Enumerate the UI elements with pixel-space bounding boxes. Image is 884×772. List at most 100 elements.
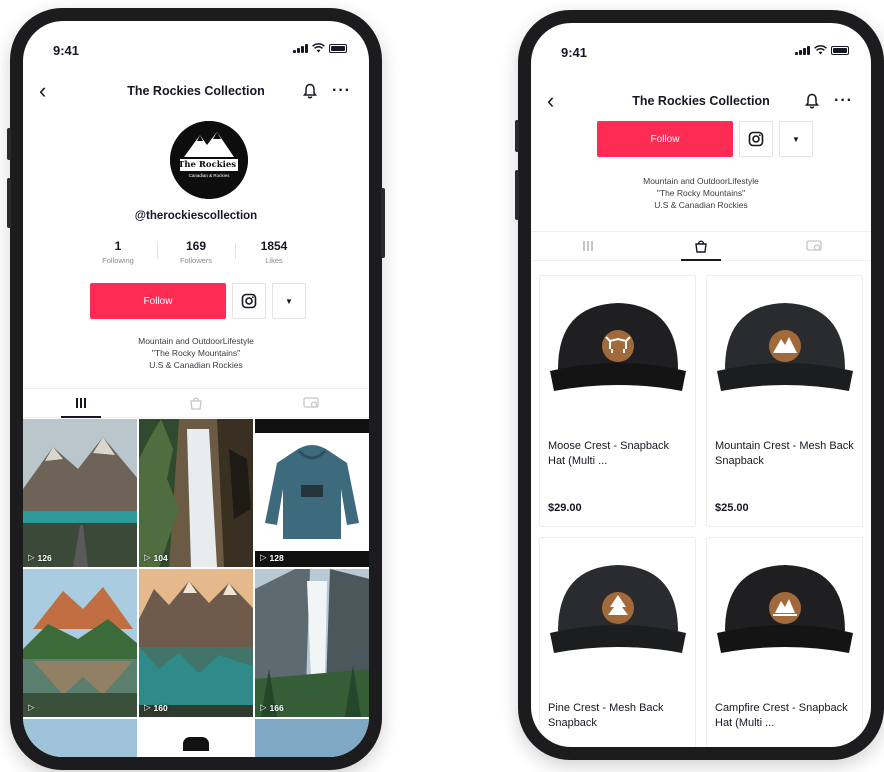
play-icon: ▷ (260, 552, 267, 562)
shop-tabs (531, 231, 871, 261)
stat-followers[interactable]: 169 Followers (157, 239, 235, 265)
page-title: The Rockies Collection (632, 94, 770, 108)
mountain-lake-image (23, 419, 137, 567)
product-card[interactable]: Mountain Crest - Mesh Back Snapback $25.… (706, 275, 863, 527)
snapback-hat-image (549, 303, 686, 391)
system-icons (293, 43, 347, 53)
instagram-button[interactable] (232, 283, 266, 319)
stat-label: Followers (179, 256, 213, 265)
caret-down-icon: ▼ (285, 296, 293, 306)
snapback-hat-image (716, 303, 853, 391)
tab-videos[interactable] (531, 232, 644, 260)
shop-screen: 9:41 ‹ The Rockies Collection ··· Follow (531, 23, 871, 747)
view-count: ▷ 166 (260, 702, 284, 713)
bell-icon[interactable] (805, 93, 819, 109)
stat-likes[interactable]: 1854 Likes (235, 239, 313, 265)
signal-icon (795, 45, 810, 55)
video-thumbnail[interactable]: ▷ 126 (23, 419, 137, 567)
view-count: ▷ 160 (144, 702, 168, 713)
view-count: ▷ (28, 702, 38, 713)
bio-line: "The Rocky Mountains" (151, 348, 241, 358)
view-count: ▷ 126 (28, 552, 52, 563)
status-bar: 9:41 (531, 23, 871, 67)
avatar[interactable]: The Rockies Collection Canadian & Rockie… (170, 121, 248, 199)
bio-line: "The Rocky Mountains" (656, 188, 746, 198)
profile-bio: Mountain and OutdoorLifestyle "The Rocky… (23, 335, 369, 371)
bell-icon[interactable] (303, 83, 317, 99)
page-title: The Rockies Collection (127, 84, 265, 98)
play-icon: ▷ (144, 702, 151, 712)
product-card[interactable]: Pine Crest - Mesh Back Snapback (539, 537, 696, 747)
shopping-bag-icon (190, 397, 202, 410)
instagram-icon (748, 131, 764, 147)
dropdown-button[interactable]: ▼ (272, 283, 306, 319)
phone-profile: 9:41 ‹ The Rockies Collection ··· The Ro… (7, 8, 385, 770)
snapback-hat-image (549, 565, 686, 653)
grid-icon (75, 398, 86, 408)
product-price: $29.00 (548, 502, 582, 514)
product-image (707, 538, 862, 688)
status-time: 9:41 (53, 43, 80, 58)
bio-line: U.S & Canadian Rockies (654, 200, 748, 210)
follow-button[interactable]: Follow (90, 283, 226, 319)
stat-value: 169 (185, 239, 207, 253)
video-thumbnail[interactable]: ▷ 104 (139, 419, 253, 567)
logo-subtext: Canadian & Rockies (188, 173, 230, 178)
more-options-icon[interactable]: ··· (332, 82, 351, 100)
tab-tagged[interactable] (758, 232, 871, 260)
stat-following[interactable]: 1 Following (79, 239, 157, 265)
phone-side-button (7, 178, 11, 228)
profile-handle: @therockiescollection (134, 210, 258, 222)
profile-actions: Follow ▼ (90, 283, 306, 319)
video-thumbnail[interactable] (255, 719, 369, 757)
play-icon: ▷ (28, 552, 35, 562)
phone-side-button (7, 128, 11, 160)
product-name: Moose Crest - Snapback Hat (Multi ... (548, 440, 670, 467)
tagged-icon (303, 397, 319, 408)
grid-icon (582, 241, 593, 251)
instagram-icon (241, 293, 257, 309)
profile-tabs (23, 388, 369, 418)
profile-screen: 9:41 ‹ The Rockies Collection ··· The Ro… (23, 21, 369, 757)
tab-tagged[interactable] (254, 389, 369, 417)
phone-side-button (515, 120, 519, 152)
more-options-icon[interactable]: ··· (834, 92, 853, 110)
product-card[interactable]: Moose Crest - Snapback Hat (Multi ... $2… (539, 275, 696, 527)
play-icon: ▷ (144, 552, 151, 562)
stat-label: Likes (265, 256, 283, 265)
waterfall-image (139, 419, 253, 567)
shop-actions: Follow ▼ (597, 121, 813, 157)
shopping-bag-icon (695, 240, 707, 253)
follow-button[interactable]: Follow (597, 121, 733, 157)
video-thumbnail[interactable] (23, 719, 137, 757)
tab-videos[interactable] (23, 389, 138, 418)
tab-shop[interactable] (644, 232, 757, 261)
video-thumbnail[interactable]: ▷ (23, 569, 137, 717)
product-image (540, 276, 695, 426)
moraine-lake-image (139, 569, 253, 717)
tab-shop[interactable] (138, 389, 253, 417)
snapback-hat-image (716, 565, 853, 653)
wifi-icon (312, 43, 325, 53)
phone-shop: 9:41 ‹ The Rockies Collection ··· Follow (515, 10, 884, 760)
product-image (707, 276, 862, 426)
battery-icon (329, 43, 347, 53)
view-count: ▷ 128 (260, 552, 284, 563)
product-image (540, 538, 695, 688)
video-grid: ▷ 126 ▷ 104 ▷ 128 ▷ ▷ 160 ▷ 166 (23, 419, 369, 757)
play-icon: ▷ (260, 702, 267, 712)
phone-side-button (381, 188, 385, 258)
wifi-icon (814, 45, 827, 55)
bio-line: Mountain and OutdoorLifestyle (643, 176, 759, 186)
product-name: Pine Crest - Mesh Back Snapback (548, 702, 664, 729)
dropdown-button[interactable]: ▼ (779, 121, 813, 157)
video-thumbnail[interactable]: ▷ 128 (255, 419, 369, 567)
video-thumbnail[interactable]: ▷ 160 (139, 569, 253, 717)
product-card[interactable]: Campfire Crest - Snapback Hat (Multi ... (706, 537, 863, 747)
shop-navbar: ‹ The Rockies Collection ··· (531, 83, 871, 119)
video-thumbnail[interactable]: ▷ 166 (255, 569, 369, 717)
bio-line: Mountain and OutdoorLifestyle (138, 336, 254, 346)
phone-side-button (515, 170, 519, 220)
product-name: Mountain Crest - Mesh Back Snapback (715, 440, 854, 467)
instagram-button[interactable] (739, 121, 773, 157)
